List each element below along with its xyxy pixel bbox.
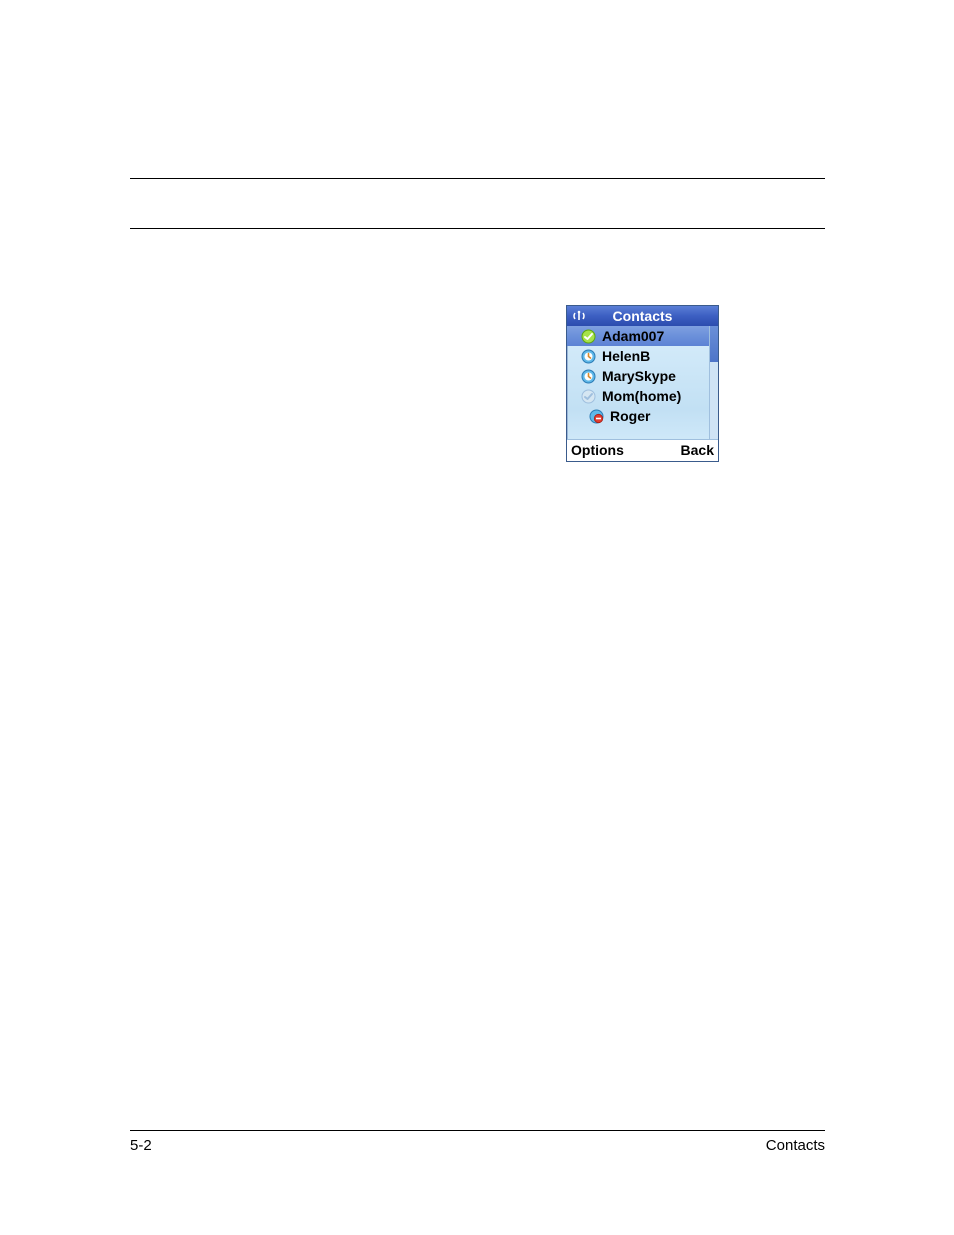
scrollbar-thumb[interactable] [710,326,718,362]
contact-row[interactable]: MarySkype [567,366,718,386]
softkey-options[interactable]: Options [571,442,624,458]
device-screenshot: Contacts Adam007 [566,305,719,462]
contact-name: Adam007 [602,328,664,344]
footer-rule [130,1130,825,1131]
signal-icon [572,309,586,323]
contacts-list: Adam007 HelenB [567,326,718,439]
status-away-icon [581,349,596,364]
contact-row[interactable]: Adam007 [567,326,718,346]
softkey-bar: Options Back [567,439,718,461]
contact-name: Roger [610,408,650,424]
softkey-back[interactable]: Back [681,442,714,458]
status-offline-icon [581,389,596,404]
device-title-bar: Contacts [567,306,718,326]
horizontal-rule [130,228,825,229]
contact-name: MarySkype [602,368,676,384]
contact-row[interactable]: Roger [567,406,718,426]
device-title: Contacts [613,308,673,324]
footer-section: Contacts [766,1137,825,1154]
document-page: Contacts Adam007 [0,0,954,1235]
contact-row[interactable]: Mom(home) [567,386,718,406]
horizontal-rule [130,178,825,179]
page-number: 5-2 [130,1137,152,1154]
status-online-icon [581,329,596,344]
contact-name: Mom(home) [602,388,681,404]
status-dnd-icon [589,409,604,424]
scrollbar-track[interactable] [709,326,718,439]
status-away-icon [581,369,596,384]
contact-row[interactable]: HelenB [567,346,718,366]
contact-name: HelenB [602,348,650,364]
